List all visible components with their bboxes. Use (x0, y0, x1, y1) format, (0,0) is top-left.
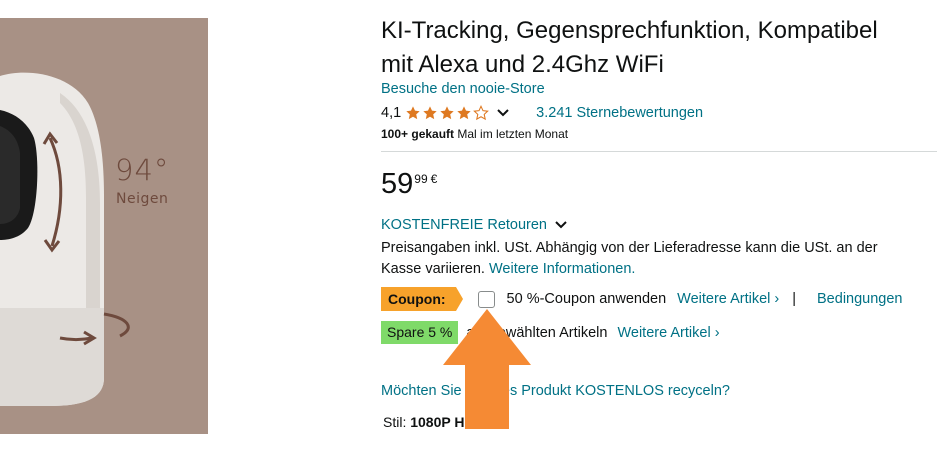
star-rating[interactable] (405, 105, 490, 121)
store-link[interactable]: Besuche den nooie-Store (381, 81, 545, 97)
bought-count: 100+ gekauft (381, 127, 455, 141)
arrow-up-icon (443, 309, 531, 429)
style-label: Stil: (383, 414, 411, 430)
free-returns-link[interactable]: KOSTENFREIE Retouren (381, 217, 547, 233)
coupon-text: 50 %-Coupon anwenden (506, 291, 667, 307)
divider (381, 151, 937, 152)
chevron-down-icon[interactable] (554, 220, 568, 230)
coupon-checkbox[interactable] (477, 290, 495, 308)
tilt-caption: Neigen (116, 191, 169, 207)
free-returns[interactable]: KOSTENFREIE Retouren (381, 217, 568, 233)
recycle-link[interactable]: Möchten Sie Ihr altes Produkt KOSTENLOS … (381, 383, 730, 399)
ratings-count-link[interactable]: 3.241 Sternebewertungen (536, 105, 703, 121)
bought-period: Mal im letzten Monat (454, 127, 569, 141)
chevron-down-icon[interactable] (496, 108, 510, 118)
coupon-badge: Coupon: (381, 287, 463, 311)
star-full-icon (457, 106, 471, 120)
price-fraction: 99 (414, 172, 428, 186)
product-title-line-1: KI-Tracking, Gegensprechfunktion, Kompat… (381, 17, 878, 44)
separator: | (792, 291, 797, 307)
coupon-row: Coupon: 50 %-Coupon anwenden Weitere Art… (381, 287, 903, 311)
price-currency: € (430, 172, 438, 186)
price: 59 99 € (381, 166, 437, 202)
tax-note: Preisangaben inkl. USt. Abhängig von der… (381, 238, 921, 280)
bought-info: 100+ gekauft Mal im letzten Monat (381, 127, 568, 141)
product-title-line-2: mit Alexa und 2.4Ghz WiFi (381, 51, 664, 78)
rating-value: 4,1 (381, 105, 402, 121)
camera-illustration (0, 72, 130, 406)
product-image[interactable]: 94° Neigen (0, 18, 208, 434)
coupon-conditions-link[interactable]: Bedingungen (817, 291, 902, 307)
savings-row: Spare 5 % ausgewählten Artikeln Weitere … (381, 321, 720, 344)
star-empty-icon (473, 105, 490, 121)
savings-more-items-link[interactable]: Weitere Artikel › (617, 325, 719, 341)
star-full-icon (423, 106, 437, 120)
product-title: KI-Tracking, Gegensprechfunktion, Kompat… (381, 14, 937, 82)
tilt-angle-label: 94° (115, 153, 170, 187)
more-info-link[interactable]: Weitere Informationen. (489, 261, 635, 277)
price-whole: 59 (381, 168, 414, 200)
coupon-more-items-link[interactable]: Weitere Artikel › (677, 291, 779, 307)
star-full-icon (440, 106, 454, 120)
rating-row: 4,1 3.241 Sternebewertungen (381, 103, 703, 123)
star-full-icon (406, 106, 420, 120)
